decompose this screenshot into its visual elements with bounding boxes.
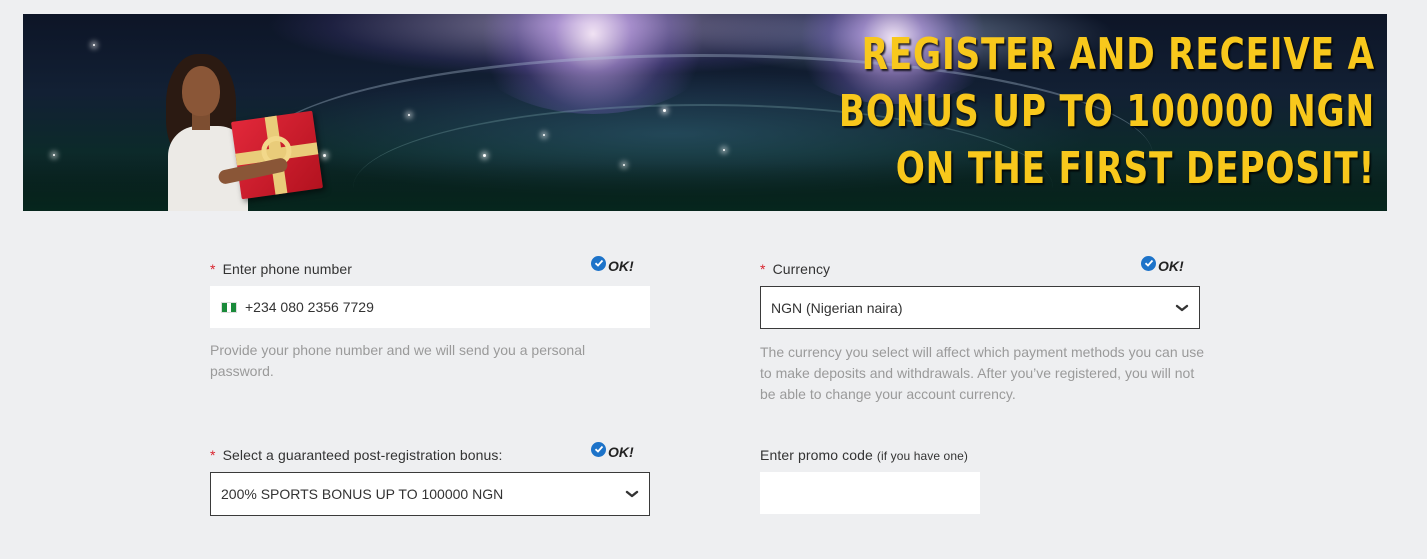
nigeria-flag-icon	[221, 301, 237, 313]
promo-label: Enter promo code (if you have one)	[760, 447, 968, 463]
promo-label-note: (if you have one)	[876, 449, 968, 463]
bonus-ok-status: OK!	[591, 441, 634, 460]
chevron-down-icon	[1175, 304, 1189, 311]
gift-box-image	[230, 110, 324, 200]
check-circle-icon	[1141, 255, 1156, 271]
phone-hint: Provide your phone number and we will se…	[210, 342, 586, 379]
currency-label: * Currency	[760, 261, 831, 277]
promo-banner: REGISTER AND RECEIVE A BONUS UP TO 10000…	[23, 14, 1387, 211]
phone-input[interactable]: +234 080 2356 7729	[210, 286, 650, 328]
banner-title: REGISTER AND RECEIVE A BONUS UP TO 10000…	[838, 29, 1375, 194]
promo-woman-image	[158, 54, 348, 211]
chevron-down-icon	[625, 490, 639, 498]
promo-code-input[interactable]	[760, 472, 980, 514]
phone-value: +234 080 2356 7729	[245, 299, 374, 315]
bonus-label: * Select a guaranteed post-registration b…	[210, 447, 503, 463]
currency-hint: The currency you select will affect whic…	[760, 344, 1205, 402]
bonus-select[interactable]: 200% SPORTS BONUS UP TO 100000 NGN	[210, 472, 650, 516]
phone-label: * Enter phone number	[210, 261, 353, 277]
phone-ok-status: OK!	[591, 255, 634, 274]
check-circle-icon	[591, 441, 606, 457]
check-circle-icon	[591, 255, 606, 271]
currency-selected-value: NGN (Nigerian naira)	[771, 299, 903, 316]
currency-ok-status: OK!	[1141, 255, 1184, 274]
bonus-selected-value: 200% SPORTS BONUS UP TO 100000 NGN	[221, 486, 504, 502]
currency-select[interactable]: NGN (Nigerian naira)	[760, 286, 1200, 329]
